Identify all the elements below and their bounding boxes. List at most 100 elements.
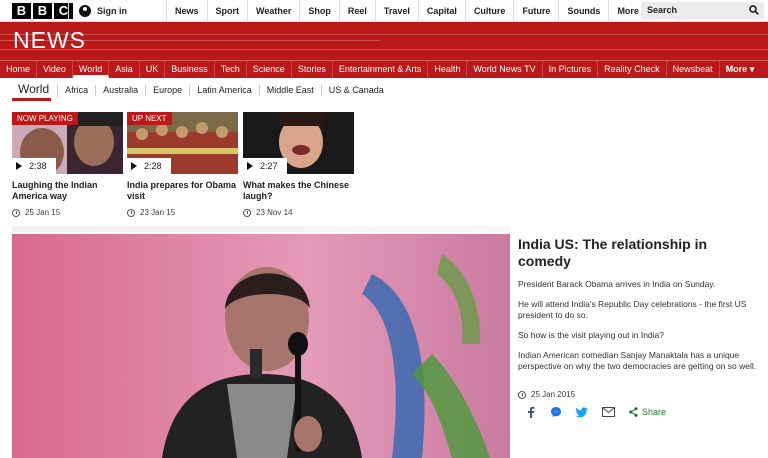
- play-icon: [247, 162, 253, 170]
- duration-badge: 2:28: [127, 158, 171, 174]
- search-input[interactable]: Search: [641, 2, 764, 19]
- nav-item-business[interactable]: Business: [165, 61, 215, 78]
- play-icon: [16, 162, 22, 170]
- video-thumbnail[interactable]: UP NEXT 2:28: [127, 112, 238, 174]
- nav-more-button[interactable]: More ▾: [720, 61, 761, 78]
- topnav-more-label: More: [617, 6, 639, 16]
- logo-letter-b2: B: [33, 3, 52, 19]
- up-next-badge: UP NEXT: [127, 112, 172, 125]
- video-card[interactable]: UP NEXT 2:28 India prepares for Obama vi…: [127, 112, 238, 217]
- nav-item-video[interactable]: Video: [37, 61, 73, 78]
- article-paragraph: He will attend India's Republic Day cele…: [518, 299, 747, 320]
- search-placeholder: Search: [647, 5, 678, 15]
- subnav-item-australia[interactable]: Australia: [96, 84, 147, 96]
- topnav-item-shop[interactable]: Shop: [300, 0, 340, 22]
- video-thumbnail[interactable]: 2:27: [243, 112, 354, 174]
- video-date: 23 Nov 14: [243, 208, 354, 217]
- nav-item-health[interactable]: Health: [428, 61, 468, 78]
- signin-label: Sign in: [97, 6, 127, 16]
- topnav-item-travel[interactable]: Travel: [376, 0, 419, 22]
- now-playing-badge: NOW PLAYING: [12, 112, 78, 125]
- topnav-item-future[interactable]: Future: [514, 0, 560, 22]
- nav-item-reality-check[interactable]: Reality Check: [598, 61, 667, 78]
- sub-nav: World Africa Australia Europe Latin Amer…: [12, 80, 391, 101]
- nav-item-asia[interactable]: Asia: [109, 61, 140, 78]
- media-top-strip: [12, 226, 510, 232]
- topnav-item-weather[interactable]: Weather: [248, 0, 301, 22]
- logo-letter-b1: B: [12, 3, 31, 19]
- nav-item-in-pictures[interactable]: In Pictures: [543, 61, 599, 78]
- top-nav: News Sport Weather Shop Reel Travel Capi…: [167, 0, 680, 22]
- topnav-item-culture[interactable]: Culture: [466, 0, 515, 22]
- nav-item-world-news-tv[interactable]: World News TV: [467, 61, 543, 78]
- video-thumbnail[interactable]: NOW PLAYING 2:38: [12, 112, 123, 174]
- main-video-player[interactable]: [12, 234, 510, 458]
- share-bar: Share: [526, 406, 666, 418]
- nav-item-world[interactable]: World: [72, 61, 110, 78]
- clock-icon: [127, 208, 135, 217]
- nav-item-entertainment[interactable]: Entertainment & Arts: [333, 61, 429, 78]
- article-paragraph: President Barack Obama arrives in India …: [518, 279, 716, 289]
- nav-item-stories[interactable]: Stories: [292, 61, 333, 78]
- messenger-icon[interactable]: [550, 406, 562, 418]
- topnav-item-reel[interactable]: Reel: [340, 0, 376, 22]
- subnav-item-africa[interactable]: Africa: [58, 84, 97, 96]
- topnav-item-sport[interactable]: Sport: [208, 0, 249, 22]
- user-icon: [79, 5, 91, 17]
- video-card[interactable]: 2:27 What makes the Chinese laugh? 23 No…: [243, 112, 354, 217]
- scanline: [0, 40, 380, 41]
- article-paragraph: Indian American comedian Sanjay Manaktal…: [518, 350, 757, 371]
- article-title: India US: The relationship in comedy: [518, 236, 708, 269]
- article-paragraph: So how is the visit playing out in India…: [518, 330, 665, 340]
- main-video-image: [12, 234, 510, 458]
- share-icon: [629, 407, 638, 417]
- video-date-text: 23 Nov 14: [256, 208, 293, 217]
- duration-badge: 2:38: [12, 158, 56, 174]
- search-icon[interactable]: [749, 5, 759, 15]
- video-card[interactable]: NOW PLAYING 2:38 Laughing the Indian Ame…: [12, 112, 123, 217]
- article-date-text: 25 Jan 2015: [531, 390, 576, 399]
- twitter-icon[interactable]: [576, 406, 588, 418]
- video-duration: 2:38: [29, 161, 47, 171]
- video-duration: 2:27: [260, 161, 278, 171]
- share-button[interactable]: Share: [629, 407, 666, 417]
- clock-icon: [243, 208, 251, 217]
- video-duration: 2:28: [144, 161, 162, 171]
- facebook-icon[interactable]: [526, 406, 536, 418]
- main-nav: Home Video World Asia UK Business Tech S…: [0, 60, 768, 78]
- play-icon: [131, 162, 137, 170]
- nav-item-science[interactable]: Science: [247, 61, 292, 78]
- subnav-item-latin-america[interactable]: Latin America: [190, 84, 260, 96]
- topnav-item-news[interactable]: News: [167, 0, 208, 22]
- subnav-item-world[interactable]: World: [12, 83, 59, 101]
- topnav-item-capital[interactable]: Capital: [419, 0, 466, 22]
- video-date-text: 25 Jan 15: [25, 208, 61, 217]
- video-date: 25 Jan 15: [12, 208, 123, 217]
- clock-icon: [12, 208, 20, 217]
- scanline: [0, 49, 768, 50]
- subnav-item-europe[interactable]: Europe: [146, 84, 191, 96]
- clock-icon: [518, 390, 526, 399]
- nav-item-newsbeat[interactable]: Newsbeat: [667, 61, 720, 78]
- top-bar: B B C Sign in News Sport Weather Shop Re…: [0, 0, 768, 22]
- signin-button[interactable]: Sign in: [68, 0, 167, 22]
- video-date-text: 23 Jan 15: [140, 208, 176, 217]
- nav-item-home[interactable]: Home: [0, 61, 38, 78]
- topnav-item-sounds[interactable]: Sounds: [559, 0, 610, 22]
- article-date: 25 Jan 2015: [518, 390, 763, 399]
- video-title[interactable]: Laughing the Indian America way: [12, 180, 123, 202]
- subnav-item-us-canada[interactable]: US & Canada: [322, 85, 391, 96]
- email-icon[interactable]: [602, 407, 615, 417]
- bbc-logo[interactable]: B B C: [12, 3, 73, 19]
- subnav-item-middle-east[interactable]: Middle East: [260, 84, 322, 96]
- video-date: 23 Jan 15: [127, 208, 238, 217]
- article: India US: The relationship in comedy Pre…: [518, 236, 763, 399]
- masthead: NEWS: [0, 22, 768, 62]
- share-label: Share: [642, 407, 667, 417]
- video-title[interactable]: What makes the Chinese laugh?: [243, 180, 354, 202]
- nav-item-uk[interactable]: UK: [140, 61, 166, 78]
- nav-item-tech[interactable]: Tech: [215, 61, 247, 78]
- video-title[interactable]: India prepares for Obama visit: [127, 180, 238, 202]
- scanline: [0, 34, 768, 35]
- duration-badge: 2:27: [243, 158, 287, 174]
